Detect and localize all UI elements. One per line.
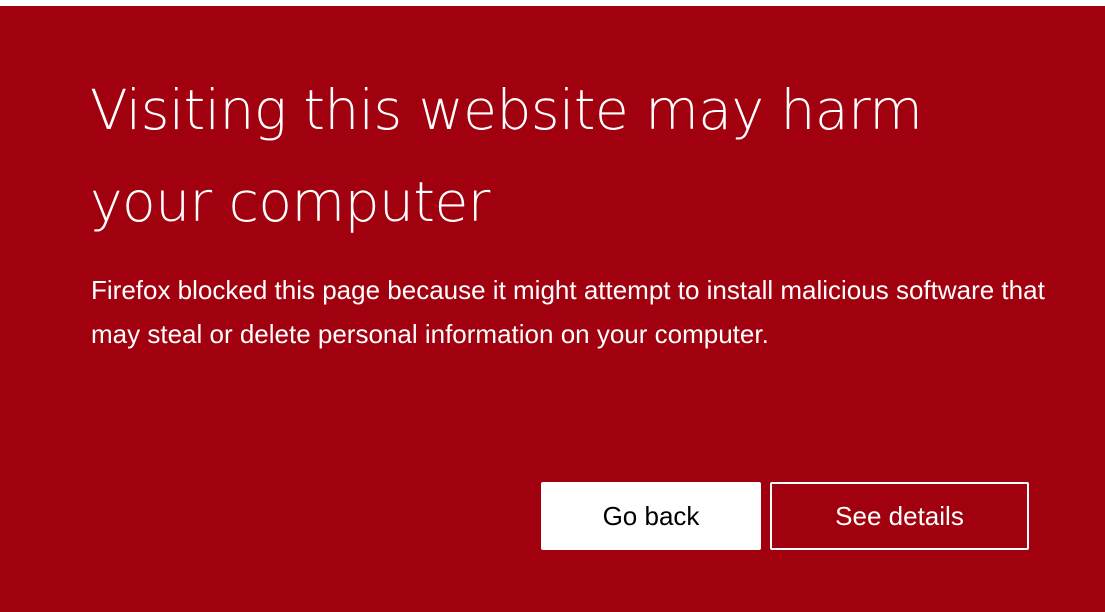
go-back-button[interactable]: Go back	[541, 482, 761, 550]
warning-description: Firefox blocked this page because it mig…	[91, 275, 1045, 349]
see-details-button[interactable]: See details	[770, 482, 1029, 550]
warning-headline: Visiting this website may harm your comp…	[90, 78, 923, 234]
malware-warning-panel: Visiting this website may harm your comp…	[0, 6, 1105, 612]
